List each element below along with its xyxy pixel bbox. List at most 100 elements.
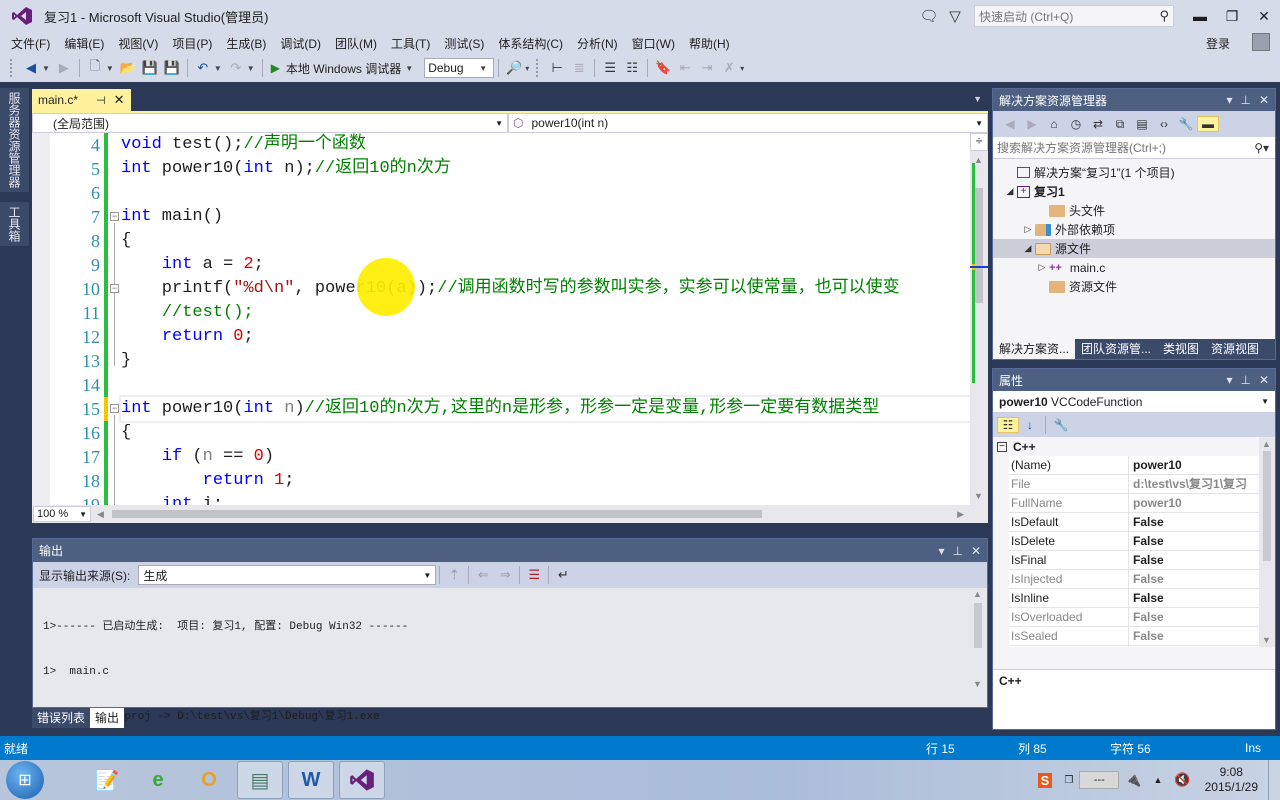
scroll-thumb[interactable] — [975, 188, 983, 303]
tab-resource-view[interactable]: 资源视图 — [1205, 339, 1265, 359]
back-icon[interactable]: ◀ — [999, 117, 1021, 131]
code-line[interactable]: int power10(int n)//返回10的n次方,这里的n是形参，形参一… — [119, 395, 972, 423]
new-project-dropdown[interactable]: ▼ — [106, 64, 114, 73]
close-panel-icon[interactable]: ✕ — [1259, 93, 1269, 107]
scroll-up-icon[interactable]: ▲ — [1262, 439, 1271, 449]
scroll-down-icon[interactable]: ▼ — [1262, 635, 1271, 645]
taskbar-window-app[interactable]: ▤ — [237, 761, 283, 799]
start-button[interactable]: ⊞ — [6, 761, 44, 799]
code-line[interactable]: return 1; — [121, 469, 970, 493]
scroll-down-icon[interactable]: ▼ — [974, 491, 983, 501]
close-button[interactable]: ✕ — [1248, 8, 1280, 25]
next-message-icon[interactable]: ⇒ — [494, 567, 516, 583]
auto-hide-pin-icon[interactable]: ⊥ — [1240, 93, 1250, 107]
clock[interactable]: 9:08 2015/1/29 — [1205, 765, 1258, 795]
tree-item[interactable]: 资源文件 — [993, 277, 1275, 296]
tree-item[interactable]: 解决方案“复习1”(1 个项目) — [993, 163, 1275, 182]
window-position-dropdown-icon[interactable]: ▾ — [1226, 373, 1232, 387]
code-line[interactable]: { — [121, 421, 970, 445]
tab-solution-explorer[interactable]: 解决方案资... — [993, 339, 1076, 359]
account-avatar-icon[interactable] — [1252, 33, 1270, 51]
quick-info-icon[interactable]: ⊢ — [546, 58, 568, 78]
taskbar-word[interactable]: W — [288, 761, 334, 799]
property-row[interactable]: IsInline False — [1009, 589, 1275, 608]
member-combo[interactable]: ⬡ power10(int n) ▼ — [508, 113, 988, 133]
show-desktop-button[interactable] — [1268, 760, 1280, 800]
tree-item[interactable]: ▷ ++ main.c — [993, 258, 1275, 277]
pending-changes-filter-icon[interactable]: ◷ — [1065, 117, 1087, 131]
window-position-dropdown-icon[interactable]: ▾ — [1226, 93, 1232, 107]
collapse-comment-icon[interactable]: − — [110, 284, 119, 293]
menu-file[interactable]: 文件(F) — [4, 35, 57, 52]
sync-with-active-document-icon[interactable]: ⇄ — [1087, 117, 1109, 131]
expand-icon[interactable]: ▷ — [1021, 224, 1035, 235]
tab-team-explorer[interactable]: 团队资源管... — [1075, 339, 1157, 359]
tree-item[interactable]: ◢ 源文件 — [993, 239, 1275, 258]
code-line[interactable] — [121, 373, 970, 397]
previous-bookmark-icon[interactable]: ⇤ — [674, 58, 696, 78]
menu-tools[interactable]: 工具(T) — [384, 35, 437, 52]
battery-indicator[interactable]: --- — [1079, 771, 1120, 789]
scroll-right-icon[interactable]: ▶ — [957, 509, 964, 520]
menu-view[interactable]: 视图(V) — [111, 35, 165, 52]
menu-architecture[interactable]: 体系结构(C) — [491, 35, 570, 52]
code-line[interactable]: printf("%d\n", power10(a));//调用函数时写的参数叫实… — [121, 277, 970, 301]
feedback-icon[interactable]: 🗨 — [916, 7, 942, 25]
categorized-icon[interactable]: ☷ — [997, 417, 1019, 433]
code-lines[interactable]: void test();//声明一个函数 int power10(int n);/… — [119, 133, 972, 505]
code-line[interactable]: int power10(int n);//返回10的n次方 — [121, 157, 970, 181]
property-grid-scrollbar[interactable]: ▲ ▼ — [1259, 437, 1275, 647]
menu-project[interactable]: 项目(P) — [165, 35, 219, 52]
code-line[interactable]: int a = 2; — [121, 253, 970, 277]
comment-lines-icon[interactable]: ☰ — [599, 58, 621, 78]
save-all-icon[interactable]: 💾 — [161, 58, 183, 78]
property-value[interactable]: False — [1129, 589, 1259, 607]
code-line[interactable]: int i; — [121, 493, 970, 505]
scroll-down-icon[interactable]: ▼ — [973, 679, 982, 689]
toggle-word-wrap-icon[interactable]: ↵ — [552, 567, 574, 583]
scroll-thumb[interactable] — [974, 603, 982, 648]
start-debugging-button[interactable]: ▶ 本地 Windows 调试器 ▼ — [267, 60, 421, 77]
menu-window[interactable]: 窗口(W) — [625, 35, 682, 52]
find-in-files-icon[interactable]: 🔎 — [503, 58, 525, 78]
taskbar-notepad[interactable]: 📝 — [84, 761, 130, 799]
window-position-dropdown-icon[interactable]: ▾ — [938, 544, 944, 558]
expand-icon[interactable]: ▷ — [1035, 262, 1049, 273]
clear-all-icon[interactable]: ☰ — [523, 567, 545, 583]
property-object-selector[interactable]: power10 VCCodeFunction ▼ — [993, 391, 1275, 413]
property-category[interactable]: − C++ — [993, 437, 1275, 456]
property-row[interactable]: IsDefault False — [1009, 513, 1275, 532]
show-hidden-icons-icon[interactable]: ▲ — [1154, 775, 1163, 785]
notifications-filter-icon[interactable]: ▽ — [942, 7, 968, 25]
menu-build[interactable]: 生成(B) — [219, 35, 273, 52]
new-project-icon[interactable]: 🗋 — [84, 58, 106, 78]
menu-analyze[interactable]: 分析(N) — [570, 35, 625, 52]
navigate-back-dropdown[interactable]: ▼ — [42, 64, 50, 73]
taskbar-visual-studio[interactable] — [339, 761, 385, 799]
collapse-category-icon[interactable]: − — [997, 441, 1007, 452]
property-row[interactable]: (Name) power10 — [1009, 456, 1275, 475]
menu-debug[interactable]: 调试(D) — [273, 35, 328, 52]
server-explorer-tab[interactable]: 服务器资源管理器 — [0, 88, 29, 192]
restore-button[interactable]: ❐ — [1216, 8, 1248, 25]
property-row[interactable]: FullName power10 — [1009, 494, 1275, 513]
redo-dropdown[interactable]: ▼ — [247, 64, 255, 73]
property-row[interactable]: IsInjected False — [1009, 570, 1275, 589]
code-line[interactable] — [121, 181, 970, 205]
undo-dropdown[interactable]: ▼ — [214, 64, 222, 73]
output-source-select[interactable]: 生成 ▼ — [138, 565, 437, 585]
property-value[interactable]: power10 — [1129, 456, 1259, 474]
scope-combo[interactable]: (全局范围) ▼ — [32, 113, 508, 133]
close-panel-icon[interactable]: ✕ — [1259, 373, 1269, 387]
show-all-files-icon[interactable]: ▤ — [1131, 117, 1153, 131]
horizontal-scroll-thumb[interactable] — [111, 510, 762, 518]
solution-configuration-select[interactable]: Debug ▼ — [424, 58, 495, 78]
taskbar-outlook[interactable]: O — [186, 761, 232, 799]
tab-main-c[interactable]: main.c* ⊣ ✕ — [32, 89, 131, 111]
tab-error-list[interactable]: 错误列表 — [32, 708, 91, 728]
properties-wrench-icon[interactable]: 🔧 — [1175, 117, 1197, 131]
bookmark-icon[interactable]: 🔖 — [652, 58, 674, 78]
tree-item[interactable]: 头文件 — [993, 201, 1275, 220]
scroll-thumb[interactable] — [1263, 451, 1271, 561]
uncomment-lines-icon[interactable]: ☷ — [621, 58, 643, 78]
